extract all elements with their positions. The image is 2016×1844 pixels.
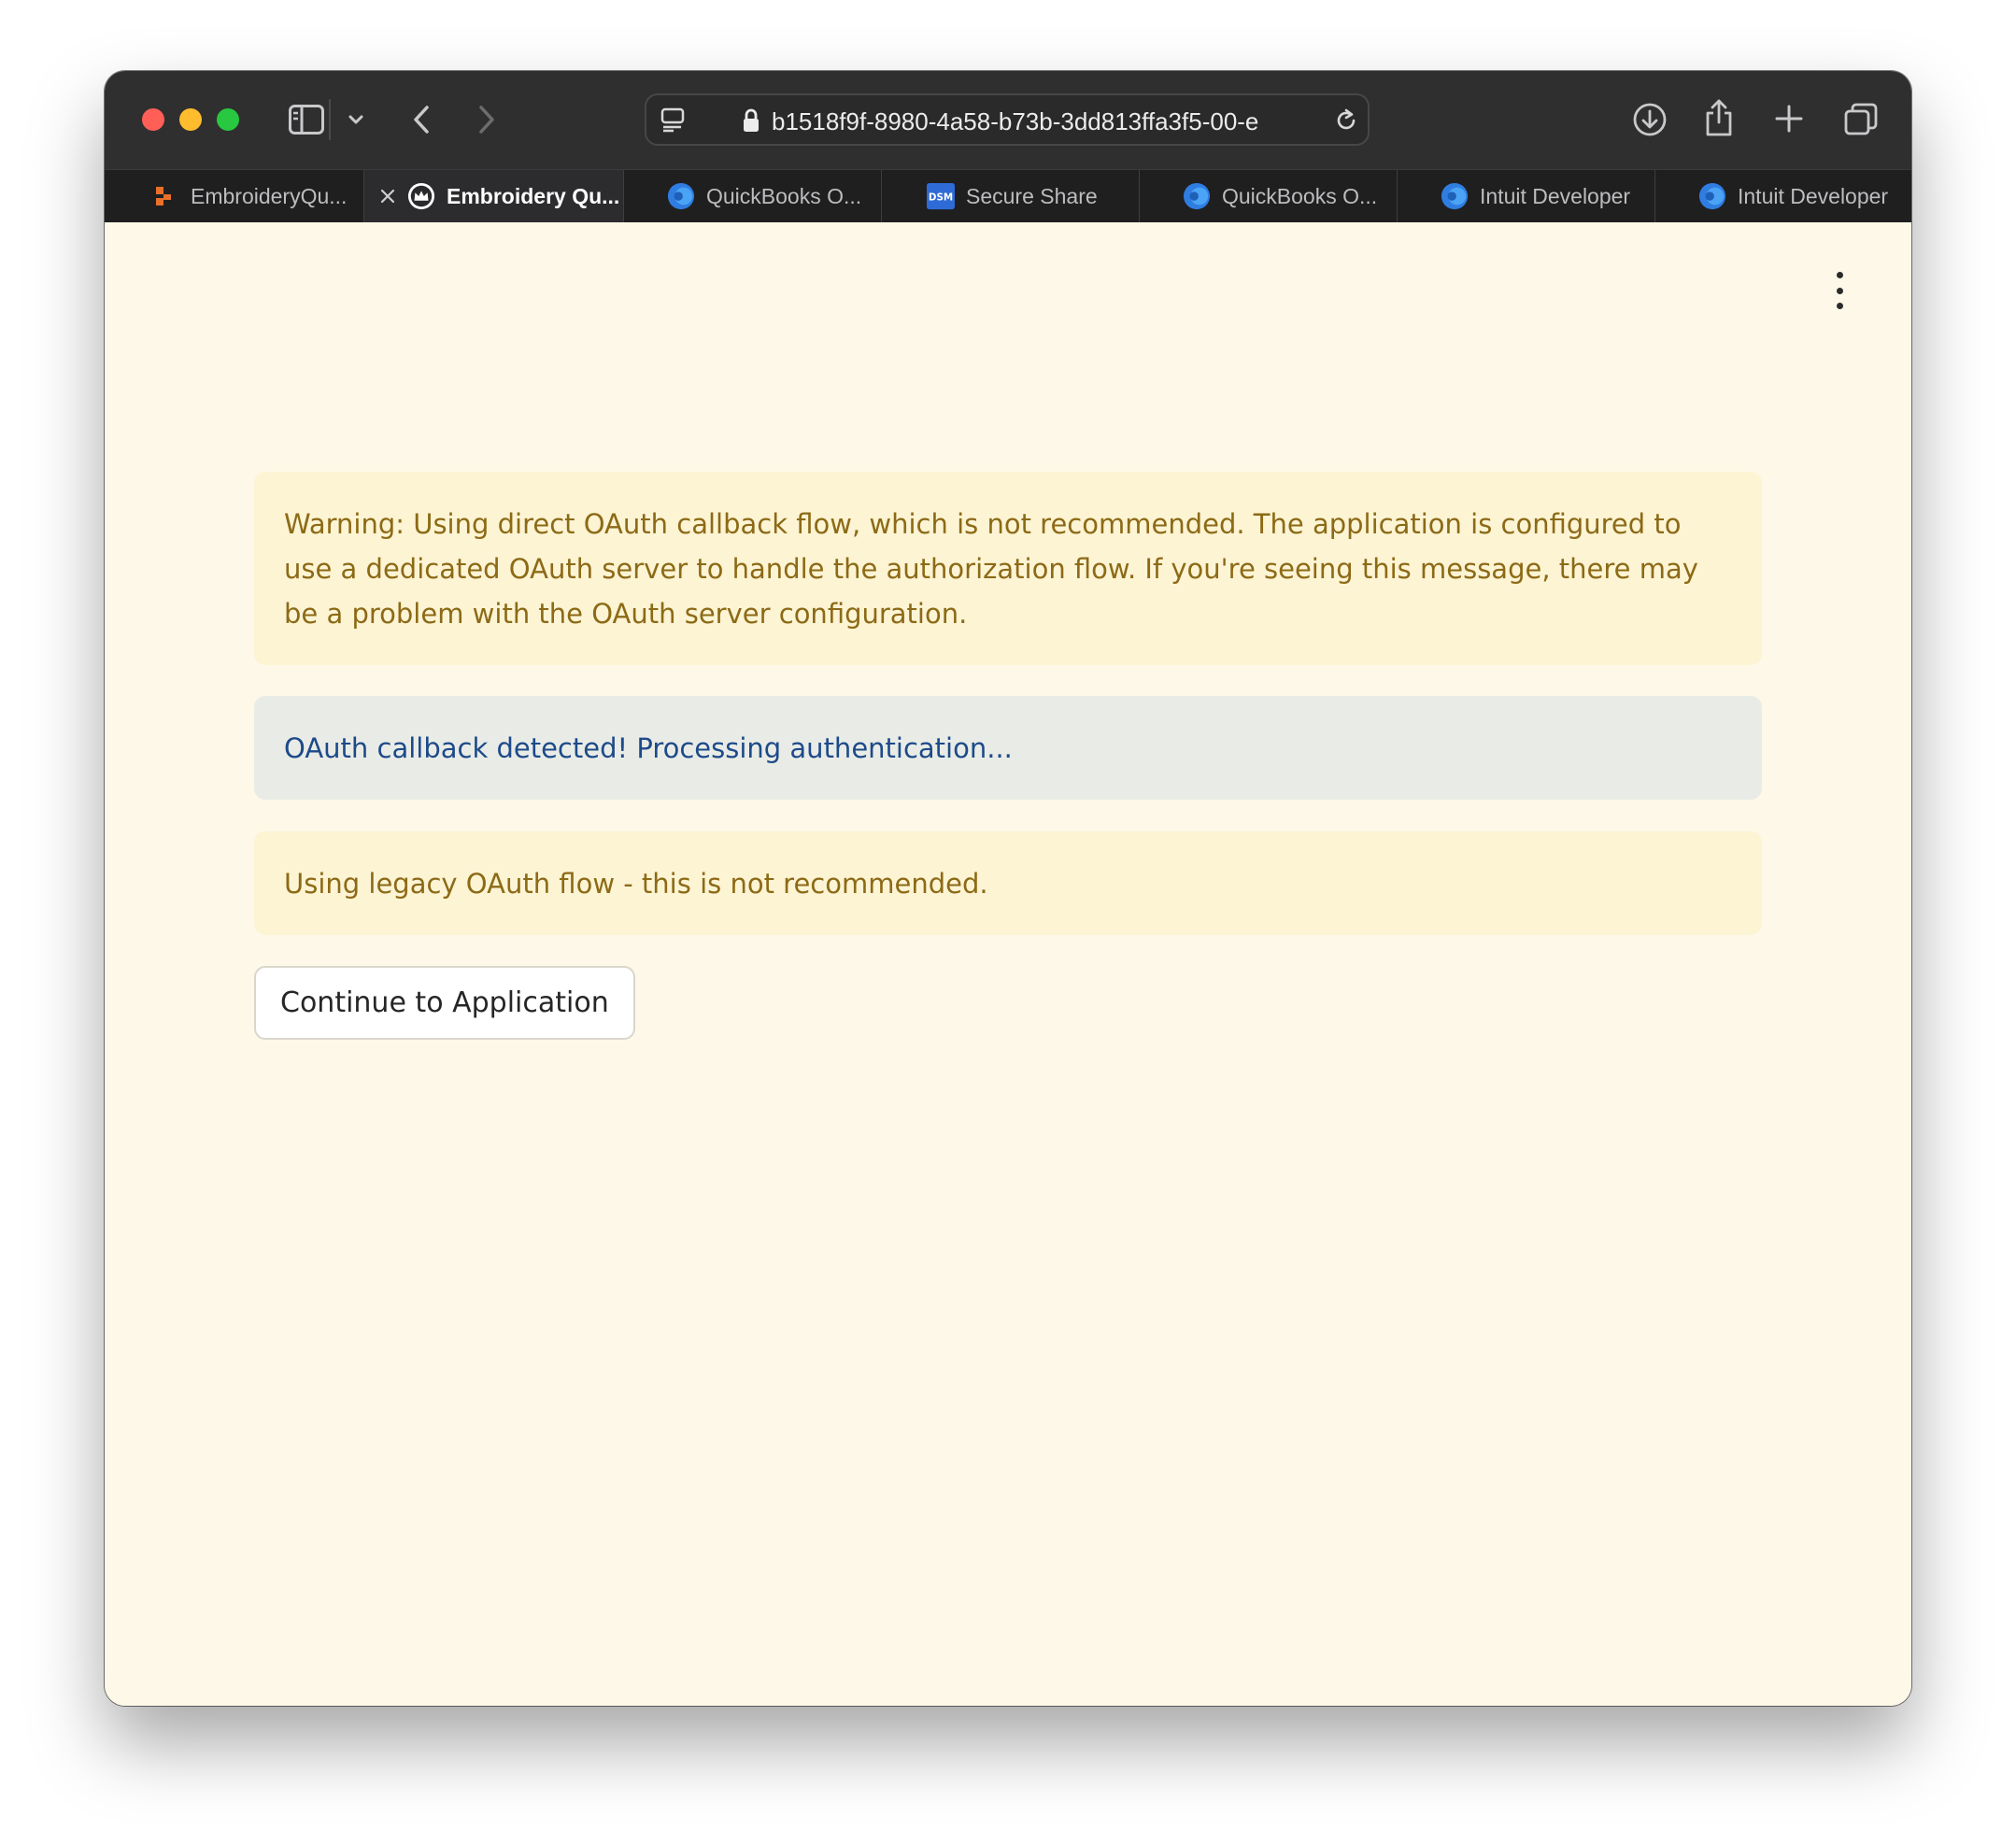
tab-label: QuickBooks O... (706, 183, 862, 208)
tab-intuit-developer-1[interactable]: Intuit Developer (1398, 170, 1655, 222)
page-settings-icon[interactable] (660, 106, 688, 133)
browser-window: b1518f9f-8980-4a58-b73b-3dd813ffa3f5-00-… (105, 71, 1911, 1706)
tab-embroidery-quotes-2[interactable]: Embroidery Qu... (364, 170, 624, 222)
tab-label: Embroidery Qu... (447, 183, 620, 208)
tab-bar: EmbroideryQu... Embroidery Qu... QuickBo… (105, 169, 1911, 222)
zoom-window-button[interactable] (217, 108, 239, 131)
sidebar-toggle-icon[interactable] (288, 103, 325, 136)
tab-label: EmbroideryQu... (191, 183, 348, 208)
close-window-button[interactable] (142, 108, 164, 131)
tab-label: Intuit Developer (1738, 183, 1889, 208)
info-alert-text: OAuth callback detected! Processing auth… (284, 732, 1013, 764)
menu-dot (1836, 287, 1843, 294)
menu-dot (1836, 272, 1843, 278)
address-bar[interactable]: b1518f9f-8980-4a58-b73b-3dd813ffa3f5-00-… (645, 93, 1370, 146)
share-icon[interactable] (1702, 97, 1736, 138)
lock-icon (740, 106, 762, 135)
chevron-down-icon[interactable] (346, 110, 366, 129)
warning-alert-legacy: Using legacy OAuth flow - this is not re… (254, 831, 1762, 935)
warning-alert-text: Using legacy OAuth flow - this is not re… (284, 868, 988, 900)
crown-icon (407, 182, 435, 210)
main-menu-icon[interactable] (1828, 272, 1851, 309)
tab-overview-icon[interactable] (1842, 101, 1880, 138)
warning-alert-direct-oauth: Warning: Using direct OAuth callback flo… (254, 472, 1762, 665)
forward-icon[interactable] (475, 103, 499, 136)
blue-globe-icon (1441, 182, 1469, 210)
new-tab-icon[interactable] (1773, 103, 1805, 135)
url-text[interactable]: b1518f9f-8980-4a58-b73b-3dd813ffa3f5-00-… (772, 107, 1313, 135)
back-icon[interactable] (409, 103, 433, 136)
tab-secure-share[interactable]: DSM Secure Share (882, 170, 1140, 222)
warning-alert-text: Warning: Using direct OAuth callback flo… (284, 508, 1698, 630)
reload-icon[interactable] (1332, 106, 1360, 135)
tab-label: QuickBooks O... (1222, 183, 1378, 208)
blue-globe-icon (1698, 182, 1726, 210)
close-tab-icon[interactable] (377, 186, 398, 206)
tab-quickbooks-2[interactable]: QuickBooks O... (1140, 170, 1398, 222)
tab-label: Intuit Developer (1480, 183, 1631, 208)
blue-globe-icon (667, 182, 695, 210)
downloads-icon[interactable] (1631, 101, 1668, 138)
toolbar-divider (329, 99, 331, 140)
info-alert-callback: OAuth callback detected! Processing auth… (254, 696, 1762, 800)
svg-text:DSM: DSM (929, 192, 953, 204)
minimize-window-button[interactable] (179, 108, 202, 131)
tab-label: Secure Share (966, 183, 1098, 208)
tab-intuit-developer-2[interactable]: Intuit Developer (1655, 170, 1911, 222)
dsm-icon: DSM (927, 182, 955, 210)
page-content: Warning: Using direct OAuth callback flo… (105, 222, 1911, 1706)
continue-to-application-button[interactable]: Continue to Application (254, 966, 635, 1040)
tab-embroidery-quotes-1[interactable]: EmbroideryQu... (105, 170, 364, 222)
tab-quickbooks-1[interactable]: QuickBooks O... (624, 170, 882, 222)
browser-toolbar: b1518f9f-8980-4a58-b73b-3dd813ffa3f5-00-… (105, 71, 1911, 169)
orange-blocks-icon (151, 182, 179, 210)
menu-dot (1836, 303, 1843, 309)
blue-globe-icon (1183, 182, 1211, 210)
